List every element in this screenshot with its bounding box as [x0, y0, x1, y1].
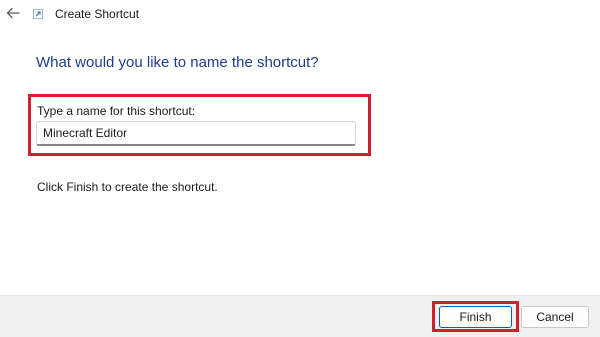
create-shortcut-dialog: Create Shortcut What would you like to n…: [0, 0, 600, 337]
instruction-text: Click Finish to create the shortcut.: [37, 180, 218, 194]
arrow-left-icon: [6, 7, 20, 19]
finish-button[interactable]: Finish: [439, 306, 512, 328]
page-heading: What would you like to name the shortcut…: [36, 54, 319, 71]
title-bar: Create Shortcut: [0, 0, 600, 30]
name-field-label: Type a name for this shortcut:: [37, 104, 196, 118]
window-title: Create Shortcut: [55, 7, 140, 21]
dialog-footer: Finish Cancel: [0, 295, 600, 337]
shortcut-icon: [33, 9, 43, 19]
back-button[interactable]: [4, 4, 22, 22]
cancel-button[interactable]: Cancel: [521, 306, 589, 328]
shortcut-name-input[interactable]: [36, 121, 356, 146]
